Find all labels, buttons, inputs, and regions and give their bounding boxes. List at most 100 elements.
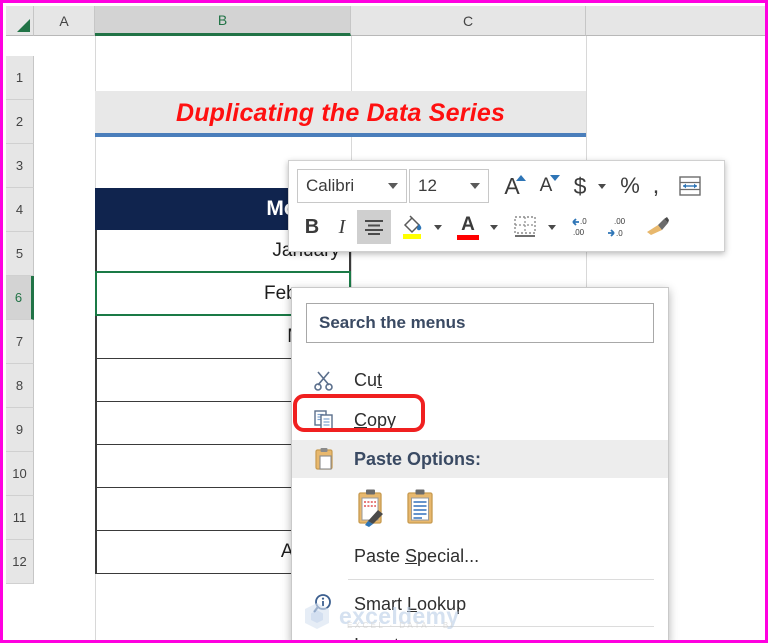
borders-glyph <box>514 216 536 237</box>
chevron-down-icon <box>434 224 442 230</box>
paste-option-buttons-row <box>292 482 668 534</box>
menu-item-paste-special[interactable]: Paste Special... <box>292 536 668 576</box>
row-header-6[interactable]: 6 <box>6 276 34 320</box>
column-header-b[interactable]: B <box>95 6 351 36</box>
column-header-a-label: A <box>59 12 69 29</box>
chevron-down-icon <box>598 183 606 189</box>
format-cells-icon[interactable] <box>673 169 707 203</box>
comma-glyph: , <box>652 172 660 199</box>
percent-style-icon[interactable]: % <box>615 169 645 203</box>
select-all-button[interactable] <box>6 6 34 36</box>
exceldemy-logo-icon <box>305 603 329 629</box>
row-header-4-label: 4 <box>15 202 24 217</box>
accounting-number-format-icon[interactable]: $ <box>567 169 593 203</box>
row-header-9[interactable]: 9 <box>6 408 34 452</box>
clipboard-icon <box>306 440 342 478</box>
row-header-10[interactable]: 10 <box>6 452 34 496</box>
paste-values-icon[interactable] <box>398 482 442 534</box>
decrease-font-size-icon[interactable]: A <box>529 169 563 203</box>
format-painter-glyph <box>647 217 669 235</box>
bold-button[interactable]: B <box>297 210 327 244</box>
format-painter-icon[interactable] <box>639 210 675 244</box>
increase-decimal-icon[interactable]: .00 .0 <box>601 210 637 244</box>
down-arrow-icon <box>550 175 560 181</box>
font-name-combo[interactable]: Calibri <box>297 169 407 203</box>
menu-item-insert-label: Insert... <box>354 635 414 641</box>
row-header-8-label: 8 <box>15 378 24 393</box>
fill-color-dropdown-icon[interactable] <box>429 210 447 244</box>
font-color-dropdown-icon[interactable] <box>485 210 503 244</box>
search-menus-placeholder: Search the menus <box>319 313 466 332</box>
menu-item-paste-options-label: Paste Options: <box>354 448 482 469</box>
svg-text:.00: .00 <box>573 228 585 237</box>
font-color-icon[interactable]: A <box>451 210 485 244</box>
copy-highlight-annotation <box>293 394 425 432</box>
column-header-c-label: C <box>462 12 474 29</box>
svg-text:.0: .0 <box>580 217 587 226</box>
percent-glyph: % <box>620 173 640 198</box>
decrease-decimal-glyph: .0 .00 <box>572 217 587 237</box>
mini-formatting-toolbar: Calibri 12 A A $ % , B I A .0 .00 .00 .0 <box>288 160 725 252</box>
row-header-12[interactable]: 12 <box>6 540 34 584</box>
row-header-9-label: 9 <box>15 422 24 437</box>
row-header-4[interactable]: 4 <box>6 188 34 232</box>
accounting-format-dropdown-icon[interactable] <box>593 169 611 203</box>
font-size-combo[interactable]: 12 <box>409 169 489 203</box>
decrease-decimal-icon[interactable]: .0 .00 <box>565 210 601 244</box>
row-header-8[interactable]: 8 <box>6 364 34 408</box>
fill-color-icon[interactable] <box>395 210 429 244</box>
paste-formatting-icon[interactable] <box>350 482 394 534</box>
chevron-down-icon <box>548 224 556 230</box>
svg-text:.0: .0 <box>616 229 623 238</box>
column-header-b-label: B <box>217 11 228 28</box>
exceldemy-watermark: exceldemy EXCEL · DATA · BI <box>299 599 519 633</box>
menu-item-paste-options[interactable]: Paste Options: <box>292 440 668 478</box>
fill-color-glyph <box>403 215 422 239</box>
menu-item-paste-special-label: Paste Special... <box>354 545 480 566</box>
center-align-button[interactable] <box>357 210 391 244</box>
title-underline-rule <box>95 133 586 137</box>
select-all-triangle-icon <box>17 19 30 32</box>
row-header-7-label: 7 <box>15 334 24 349</box>
page-title: Duplicating the Data Series <box>175 98 506 127</box>
row-header-5[interactable]: 5 <box>6 232 34 276</box>
increase-decimal-glyph: .00 .0 <box>608 217 626 238</box>
up-arrow-icon <box>516 175 526 181</box>
menu-separator-1 <box>348 579 654 580</box>
bold-glyph: B <box>304 215 320 238</box>
row-header-6-label: 6 <box>14 290 23 305</box>
chevron-down-icon <box>490 224 498 230</box>
excel-window: A B C 1 2 3 4 5 6 7 8 9 10 11 12 Duplicating the Da… <box>0 0 768 643</box>
row-header-11[interactable]: 11 <box>6 496 34 540</box>
row-header-2[interactable]: 2 <box>6 100 34 144</box>
borders-dropdown-icon[interactable] <box>543 210 561 244</box>
watermark-subtitle: EXCEL · DATA · BI <box>347 621 456 630</box>
italic-button[interactable]: I <box>327 210 357 244</box>
row-header-3[interactable]: 3 <box>6 144 34 188</box>
font-size-value: 12 <box>418 176 437 195</box>
svg-text:.00: .00 <box>614 217 626 226</box>
cell-context-menu: Search the menus Cut Copy Paste Options:… <box>291 287 669 641</box>
row-header-10-label: 10 <box>12 466 27 481</box>
comma-style-icon[interactable]: , <box>645 169 667 203</box>
column-header-d[interactable] <box>586 6 765 36</box>
font-color-a-glyph: A <box>461 213 475 235</box>
column-header-a[interactable]: A <box>34 6 95 36</box>
row-header-11-label: 11 <box>12 510 27 525</box>
column-header-c[interactable]: C <box>351 6 586 36</box>
font-name-value: Calibri <box>306 176 355 195</box>
search-the-menus-input[interactable]: Search the menus <box>306 303 654 343</box>
increase-font-size-icon[interactable]: A <box>495 169 529 203</box>
menu-item-cut-label: Cut <box>354 369 383 390</box>
dollar-glyph: $ <box>573 172 587 199</box>
borders-icon[interactable] <box>507 210 543 244</box>
row-header-12-label: 12 <box>12 554 27 569</box>
center-align-glyph <box>365 220 383 235</box>
row-header-3-label: 3 <box>15 158 24 173</box>
format-cells-glyph <box>679 176 701 196</box>
sheet-title-banner: Duplicating the Data Series <box>95 91 586 135</box>
font-color-swatch <box>457 234 479 240</box>
row-header-7[interactable]: 7 <box>6 320 34 364</box>
chevron-down-icon <box>470 183 480 189</box>
row-header-1[interactable]: 1 <box>6 56 34 100</box>
